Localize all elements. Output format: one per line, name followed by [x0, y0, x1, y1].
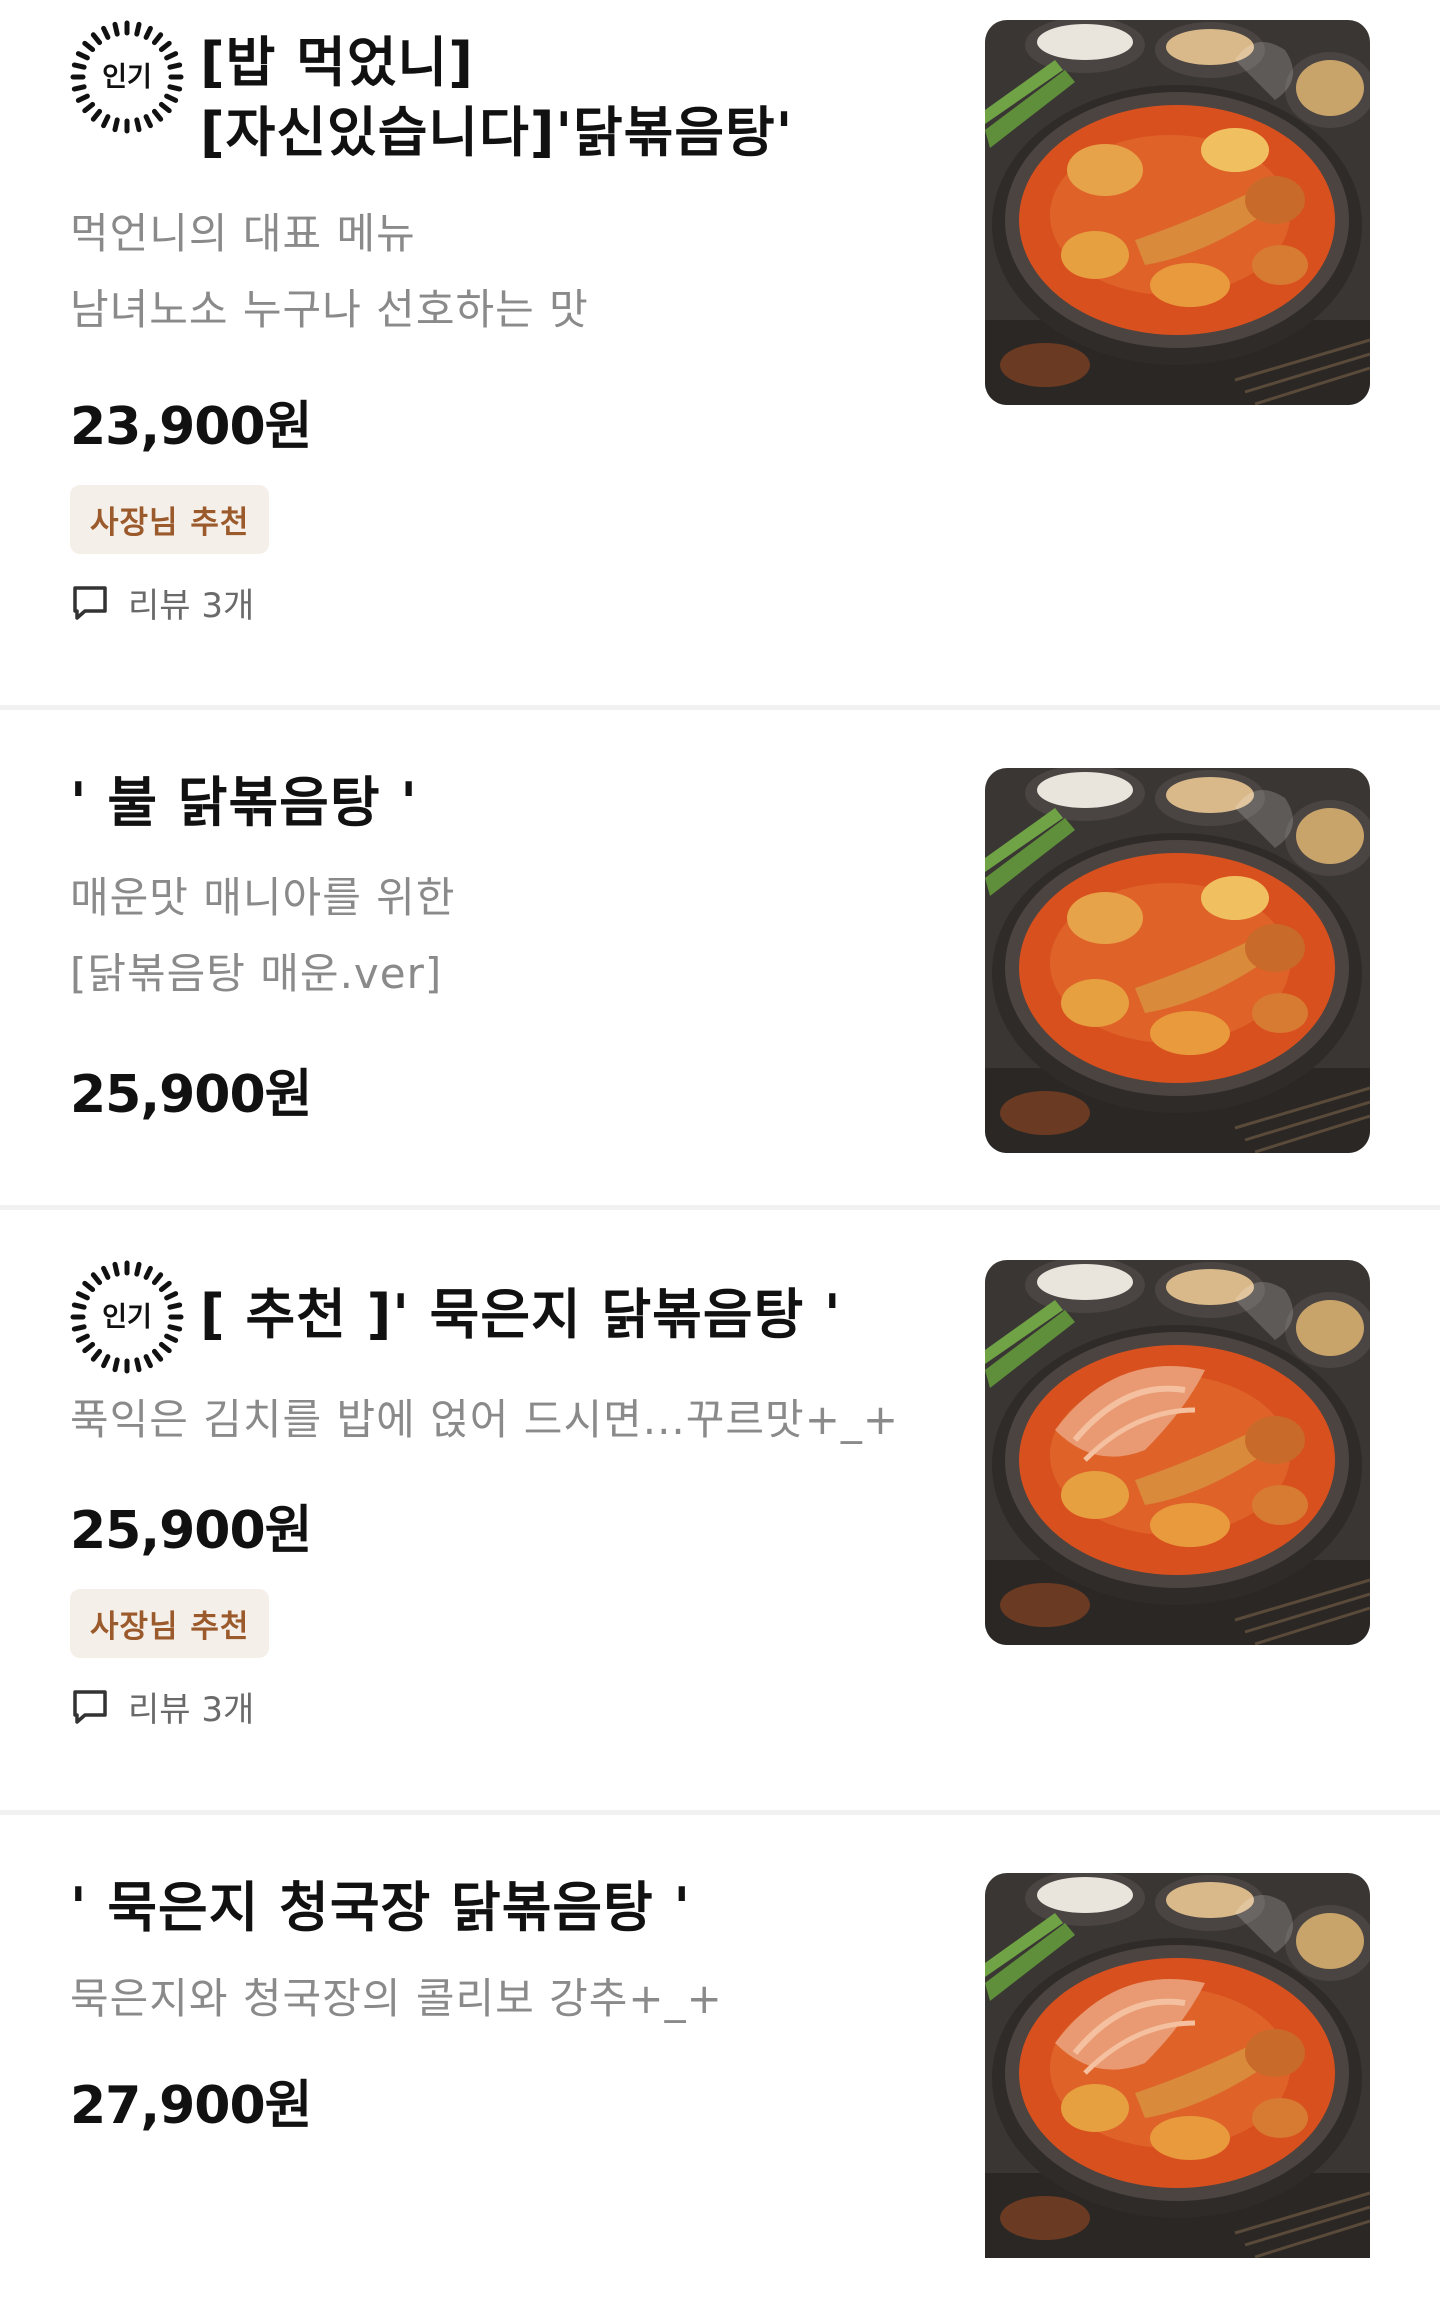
- owner-recommend-badge: 사장님 추천: [70, 1589, 270, 1658]
- comment-icon: [73, 585, 107, 620]
- menu-item-info: 인기 [밥 먹었니] [자신있습니다]'닭볶음탕' 먹언니의 대표 메뉴 남녀노…: [70, 20, 930, 627]
- review-count: 리뷰 3개: [128, 586, 255, 626]
- menu-item-name: ' 묵은지 청국장 닭볶음탕 ': [70, 1876, 692, 1939]
- menu-item[interactable]: ' 묵은지 청국장 닭볶음탕 ' 묵은지와 청국장의 콜리보 강추+_+ 27,…: [0, 1815, 1440, 2320]
- menu-item-description: 매운맛 매니아를 위한 [닭볶음탕 매운.ver]: [70, 873, 456, 998]
- dakbokkeumtang-photo[interactable]: [985, 20, 1370, 405]
- menu-item-info: ' 묵은지 청국장 닭볶음탕 ' 묵은지와 청국장의 콜리보 강추+_+ 27,…: [70, 1873, 930, 2138]
- menu-item-price: 25,900원: [70, 1501, 313, 1561]
- review-count: 리뷰 3개: [128, 1690, 255, 1730]
- spicy-dakbokkeumtang-photo[interactable]: [985, 768, 1370, 1153]
- review-link[interactable]: 리뷰 3개: [70, 1682, 930, 1731]
- menu-item-name: [ 추천 ]' 묵은지 닭볶음탕 ': [200, 1283, 842, 1346]
- kimchi-dakbokkeumtang-photo[interactable]: [985, 1260, 1370, 1645]
- comment-icon: [73, 1689, 107, 1724]
- review-link[interactable]: 리뷰 3개: [70, 578, 930, 627]
- menu-item-description: 먹언니의 대표 메뉴 남녀노소 누구나 선호하는 맛: [70, 209, 589, 334]
- menu-item-info: ' 불 닭볶음탕 ' 매운맛 매니아를 위한 [닭볶음탕 매운.ver] 25,…: [70, 768, 930, 1127]
- menu-item[interactable]: ' 불 닭볶음탕 ' 매운맛 매니아를 위한 [닭볶음탕 매운.ver] 25,…: [0, 710, 1440, 1205]
- menu-item[interactable]: 인기 [ 추천 ]' 묵은지 닭볶음탕 ' 푹익은 김치를 밥에 얹어 드시면.…: [0, 1210, 1440, 1810]
- title-row: 인기 [ 추천 ]' 묵은지 닭볶음탕 ': [70, 1260, 930, 1374]
- menu-item-price: 23,900원: [70, 397, 313, 457]
- menu-item-description: 묵은지와 청국장의 콜리보 강추+_+: [70, 1974, 723, 2023]
- menu-list: 인기 [밥 먹었니] [자신있습니다]'닭볶음탕' 먹언니의 대표 메뉴 남녀노…: [0, 0, 1440, 2320]
- owner-recommend-badge: 사장님 추천: [70, 485, 270, 554]
- food-photo-illustration: [985, 768, 1370, 1153]
- cheonggukjang-dakbokkeumtang-photo[interactable]: [985, 1873, 1370, 2293]
- menu-item-info: 인기 [ 추천 ]' 묵은지 닭볶음탕 ' 푹익은 김치를 밥에 얹어 드시면.…: [70, 1260, 930, 1731]
- popular-label: 인기: [102, 1302, 152, 1333]
- menu-item[interactable]: 인기 [밥 먹었니] [자신있습니다]'닭볶음탕' 먹언니의 대표 메뉴 남녀노…: [0, 0, 1440, 705]
- food-photo-illustration: [985, 20, 1370, 405]
- food-photo-illustration: [985, 1260, 1370, 1645]
- menu-item-name: [밥 먹었니] [자신있습니다]'닭볶음탕': [200, 31, 794, 164]
- menu-item-name: ' 불 닭볶음탕 ': [70, 771, 418, 834]
- popular-label: 인기: [102, 62, 152, 93]
- title-row: 인기 [밥 먹었니] [자신있습니다]'닭볶음탕': [70, 20, 930, 168]
- food-photo-illustration: [985, 1873, 1370, 2258]
- menu-item-price: 25,900원: [70, 1065, 313, 1125]
- menu-item-price: 27,900원: [70, 2076, 313, 2136]
- menu-item-description: 푹익은 김치를 밥에 얹어 드시면...꾸르맛+_+: [70, 1395, 900, 1444]
- popular-badge-icon: 인기: [70, 20, 184, 134]
- popular-badge-icon: 인기: [70, 1260, 184, 1374]
